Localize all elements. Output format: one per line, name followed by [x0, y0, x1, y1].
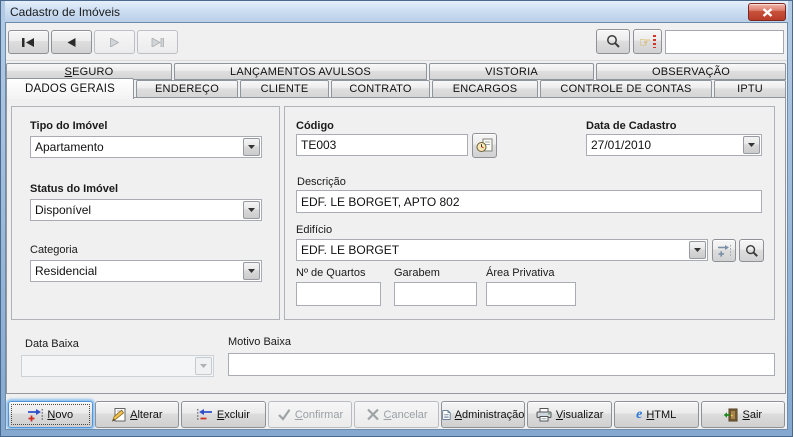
- sair-button[interactable]: Sair: [701, 401, 786, 428]
- status-imovel-label: Status do Imóvel: [30, 183, 118, 195]
- toolbar: ☞: [6, 23, 787, 61]
- tipo-imovel-combo[interactable]: Apartamento: [30, 136, 262, 158]
- tab-vistoria[interactable]: VISTORIA: [429, 63, 594, 80]
- nav-last-icon: [150, 38, 165, 47]
- nav-first-button[interactable]: [8, 30, 49, 54]
- nav-next-button: [94, 30, 135, 54]
- tabpage-dados-gerais: Tipo do Imóvel Apartamento Status do Imó…: [6, 97, 786, 394]
- insert-arrow-icon: [717, 244, 732, 257]
- edificio-combo[interactable]: EDF. LE BORGET: [296, 239, 708, 261]
- descricao-label: Descrição: [297, 176, 346, 188]
- edificio-incluir-button[interactable]: [712, 239, 736, 262]
- confirmar-button: Confirmar: [268, 401, 353, 428]
- chevron-down-icon[interactable]: [743, 136, 760, 154]
- html-button[interactable]: e HTML: [614, 401, 699, 428]
- nav-prior-button[interactable]: [51, 30, 92, 54]
- tab-encargos[interactable]: ENCARGOS: [432, 80, 538, 98]
- area-privativa-input[interactable]: [486, 282, 576, 306]
- client-area: ☞ SEGURO LANÇAMENTOS AVULSOS VISTORIA OB…: [5, 22, 788, 430]
- num-quartos-label: Nº de Quartos: [296, 267, 365, 279]
- panel-identificacao: Código Data de Cadastro 27/01/2010: [284, 106, 775, 320]
- codigo-label: Código: [296, 120, 334, 132]
- tab-controle-de-contas[interactable]: CONTROLE DE CONTAS: [540, 80, 712, 98]
- nav-first-icon: [21, 38, 36, 47]
- chevron-down-icon[interactable]: [243, 201, 260, 219]
- excluir-button[interactable]: Excluir: [181, 401, 266, 428]
- data-cadastro-label: Data de Cadastro: [586, 120, 676, 132]
- tab-iptu[interactable]: IPTU: [714, 80, 786, 98]
- document-icon: [442, 408, 451, 422]
- printer-icon: [536, 408, 552, 422]
- titlebar: Cadastro de Imóveis: [5, 1, 788, 22]
- area-privativa-label: Área Privativa: [486, 267, 554, 279]
- cancelar-button: Cancelar: [354, 401, 439, 428]
- stamp-clock-icon: [476, 138, 493, 153]
- chevron-down-icon: [195, 357, 212, 375]
- data-baixa-label: Data Baixa: [25, 338, 79, 350]
- delete-minus-icon: [197, 408, 213, 422]
- codigo-input[interactable]: [296, 134, 468, 156]
- data-cadastro-combo[interactable]: 27/01/2010: [586, 134, 762, 156]
- close-button[interactable]: [748, 3, 786, 21]
- window-title: Cadastro de Imóveis: [10, 5, 120, 19]
- edit-pencil-icon: [111, 408, 126, 422]
- browser-e-icon: e: [636, 408, 642, 422]
- data-baixa-combo: [21, 355, 214, 377]
- close-icon: [762, 8, 773, 17]
- novo-button[interactable]: Novo: [8, 401, 93, 428]
- tipo-imovel-label: Tipo do Imóvel: [30, 120, 107, 132]
- categoria-label: Categoria: [30, 244, 78, 256]
- tab-row-lower: DADOS GERAIS ENDEREÇO CLIENTE CONTRATO E…: [6, 80, 786, 98]
- check-icon: [277, 408, 291, 421]
- x-icon: [366, 408, 380, 421]
- search-button[interactable]: [596, 29, 630, 54]
- visualizar-button[interactable]: Visualizar: [527, 401, 612, 428]
- tab-observacao[interactable]: OBSERVAÇÃO: [596, 63, 786, 80]
- tab-contrato[interactable]: CONTRATO: [331, 80, 430, 98]
- edificio-label: Edifício: [296, 224, 332, 236]
- search-icon: [745, 244, 759, 258]
- pointing-hand-icon: ☞: [639, 35, 652, 49]
- motivo-baixa-label: Motivo Baixa: [228, 336, 291, 348]
- panel-classificacao: Tipo do Imóvel Apartamento Status do Imó…: [11, 106, 280, 320]
- administracao-button[interactable]: Administração: [441, 401, 526, 428]
- goto-button[interactable]: ☞: [633, 29, 662, 54]
- tab-lancamentos-avulsos[interactable]: LANÇAMENTOS AVULSOS: [174, 63, 427, 80]
- chevron-down-icon[interactable]: [689, 241, 706, 259]
- search-icon: [606, 34, 621, 49]
- footer-button-bar: Novo Alterar Excluir: [8, 401, 785, 429]
- alterar-button[interactable]: Alterar: [95, 401, 180, 428]
- tab-cliente[interactable]: CLIENTE: [240, 80, 329, 98]
- descricao-input[interactable]: [296, 190, 762, 213]
- nav-next-icon: [107, 38, 122, 47]
- categoria-combo[interactable]: Residencial: [30, 260, 262, 282]
- red-dots-icon: [653, 35, 656, 48]
- quick-search-input[interactable]: [665, 30, 784, 54]
- chevron-down-icon[interactable]: [243, 262, 260, 280]
- garagem-input[interactable]: [394, 282, 477, 306]
- insert-plus-icon: [27, 408, 43, 422]
- garagem-label: Garabem: [394, 267, 440, 279]
- status-imovel-combo[interactable]: Disponível: [30, 199, 262, 221]
- codigo-historico-button[interactable]: [472, 133, 497, 158]
- tab-endereco[interactable]: ENDEREÇO: [136, 80, 238, 98]
- chevron-down-icon[interactable]: [243, 138, 260, 156]
- window-cadastro-imoveis: Cadastro de Imóveis: [0, 0, 793, 437]
- nav-prior-icon: [64, 38, 79, 47]
- edificio-pesquisar-button[interactable]: [739, 239, 764, 262]
- num-quartos-input[interactable]: [296, 282, 381, 306]
- nav-last-button: [137, 30, 178, 54]
- exit-door-icon: [723, 408, 738, 422]
- motivo-baixa-input[interactable]: [228, 353, 775, 376]
- tab-dados-gerais[interactable]: DADOS GERAIS: [6, 78, 134, 99]
